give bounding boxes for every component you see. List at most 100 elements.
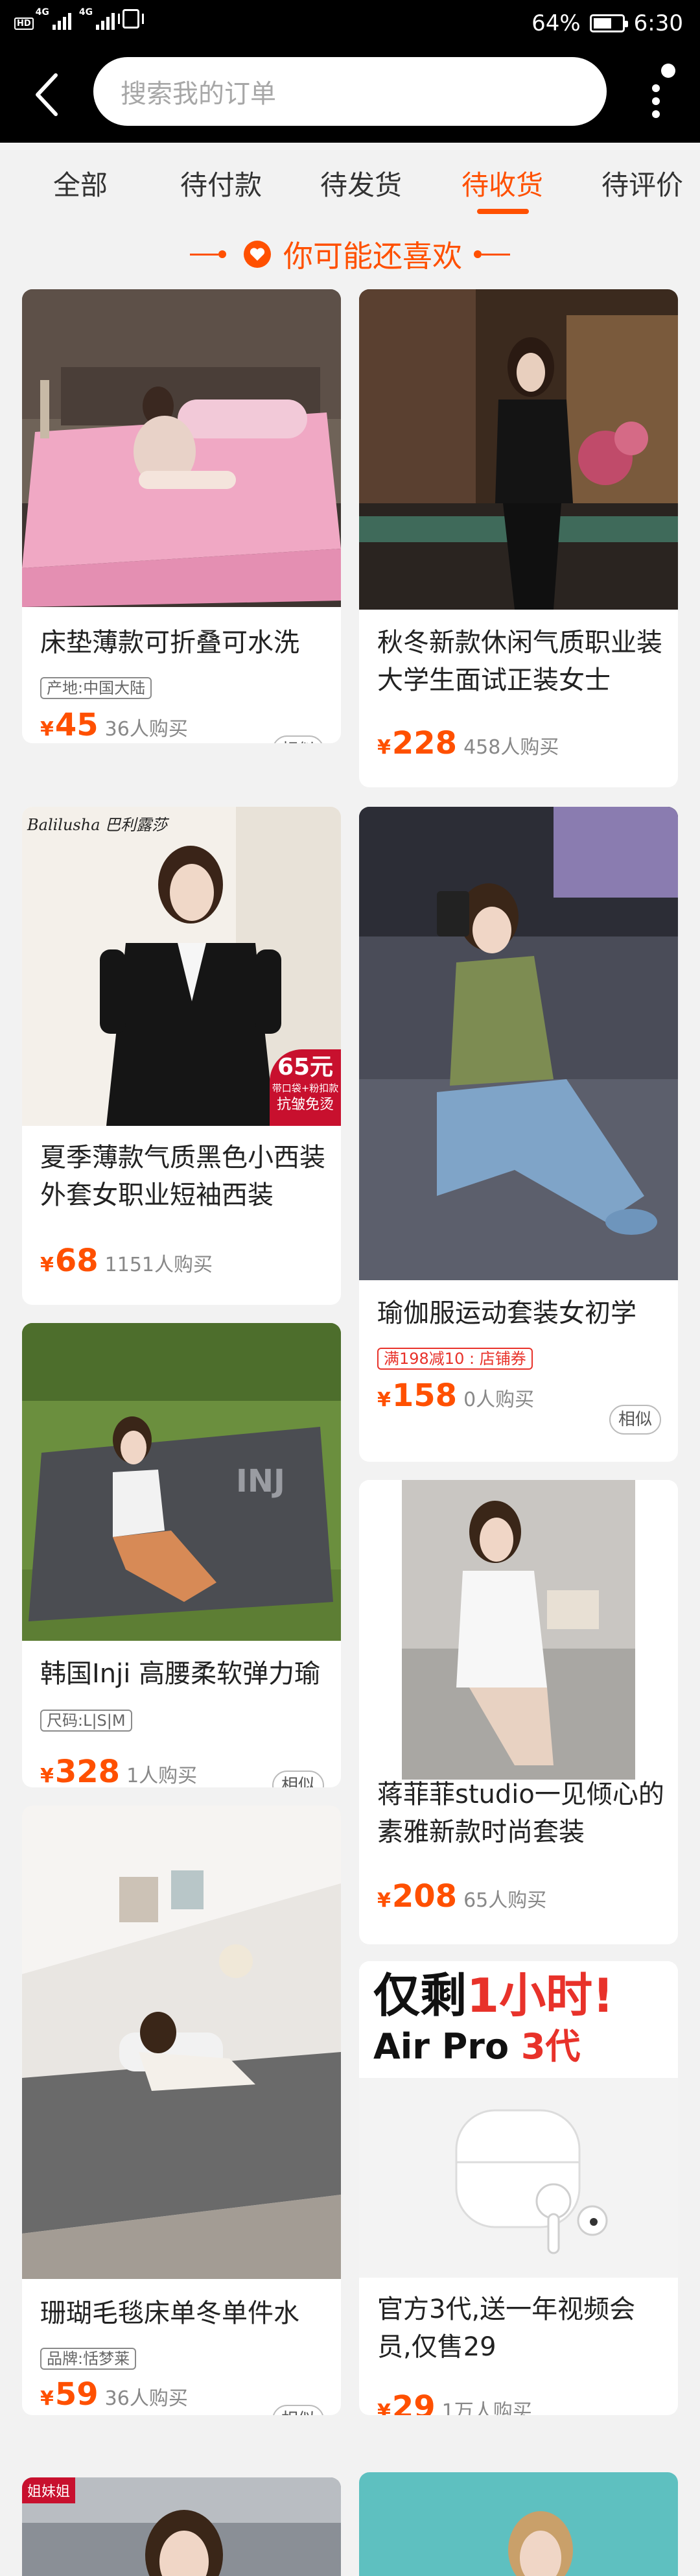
network-type-label-2: 4G (78, 7, 93, 18)
sold-count: 36人购买 (104, 718, 188, 741)
status-right: 64% 6:30 (531, 10, 683, 36)
vibrate-icon (118, 9, 145, 29)
product-title: 蒋菲菲studio一见倾心的素雅新款时尚套装 (377, 1780, 664, 1847)
product-title: 韩国Inji 高腰柔软弹力瑜 (40, 1659, 321, 1689)
sold-count: 1人购买 (126, 1765, 198, 1787)
product-card[interactable]: 姐妹姐 (22, 2477, 341, 2576)
product-price: 59 (54, 2376, 99, 2413)
product-card[interactable]: Balilusha 巴利露莎 65元 带口袋+粉扣款 抗皱免烫 夏季薄款气质黑色… (22, 807, 341, 1305)
product-card[interactable]: 秋冬新款休闲气质职业装大学生面试正装女士 ¥ 228 458人购买 (359, 289, 678, 787)
price-row: ¥ 328 1人购买 (40, 1754, 197, 1787)
product-image (359, 1480, 678, 1780)
product-image: Balilusha 巴利露莎 65元 带口袋+粉扣款 抗皱免烫 (22, 807, 341, 1126)
badge-line1: 带口袋+粉扣款 (272, 1082, 339, 1094)
similar-button[interactable]: 相似 (272, 2405, 324, 2415)
product-tag: 品牌:恬梦莱 (40, 2348, 137, 2370)
product-image (359, 2472, 678, 2576)
sold-count: 1万人购买 (441, 2400, 532, 2415)
product-tag: 产地:中国大陆 (40, 677, 152, 699)
price-row: ¥ 59 36人购买 (40, 2376, 188, 2415)
currency-symbol: ¥ (377, 1389, 391, 1411)
price-row: ¥ 29 1万人购买 (377, 2389, 532, 2415)
similar-button[interactable]: 相似 (272, 735, 324, 743)
tab-pending-review[interactable]: 待评价 (601, 163, 683, 202)
product-price: 328 (54, 1754, 121, 1787)
tab-all[interactable]: 全部 (53, 163, 108, 202)
product-card[interactable]: 瑜伽服运动套装女初学 满198减10 : 店铺券 ¥ 158 0人购买 相似 (359, 807, 678, 1462)
sold-count: 1151人购买 (104, 1254, 213, 1276)
price-row: ¥ 228 458人购买 (377, 725, 559, 764)
badge-line2: 抗皱免烫 (276, 1097, 334, 1113)
currency-symbol: ¥ (377, 1889, 391, 1912)
product-price: 228 (391, 725, 458, 761)
back-button[interactable] (26, 69, 71, 121)
more-menu-button[interactable] (642, 58, 681, 123)
price-row: ¥ 68 1151人购买 (40, 1243, 213, 1282)
product-image (359, 289, 678, 610)
brand-badge: 姐妹姐 (22, 2477, 76, 2503)
product-card[interactable] (359, 2472, 678, 2576)
search-placeholder: 搜索我的订单 (121, 79, 276, 109)
product-image (359, 807, 678, 1280)
sold-count: 0人购买 (463, 1389, 535, 1411)
product-title: 夏季薄款气质黑色小西装外套女职业短袖西装 (40, 1143, 325, 1210)
clock: 6:30 (633, 10, 683, 36)
brand-logo: Balilusha 巴利露莎 (27, 816, 168, 834)
product-image (22, 289, 341, 607)
product-card[interactable]: 仅剩1小时! Air Pro 3代 官方3代,送一年视频会员,仅售29 ¥ 29… (359, 1961, 678, 2415)
product-card[interactable]: INJ 韩国Inji 高腰柔软弹力瑜 尺码:L|S|M ¥ 328 1人购买 相… (22, 1323, 341, 1787)
badge-price: 65元 (277, 1054, 334, 1080)
search-input[interactable]: 搜索我的订单 (93, 57, 607, 126)
signal-icon: HD 4G (14, 8, 71, 30)
signal-icon-2: 4G (79, 8, 115, 30)
top-bar: 搜索我的订单 (0, 49, 700, 143)
similar-button[interactable]: 相似 (609, 1405, 661, 1435)
svg-text:INJ: INJ (236, 1463, 285, 1499)
price-row: ¥ 45 36人购买 (40, 707, 188, 743)
heart-icon (244, 241, 271, 268)
product-price: 208 (391, 1878, 458, 1914)
decor-line-right (474, 250, 510, 258)
currency-symbol: ¥ (377, 736, 391, 759)
battery-icon (589, 14, 628, 32)
sold-count: 458人购买 (463, 736, 559, 759)
product-title: 官方3代,送一年视频会员,仅售29 (377, 2295, 636, 2362)
currency-symbol: ¥ (40, 2387, 54, 2410)
product-tag: 尺码:L|S|M (40, 1710, 132, 1732)
order-tabs: 全部 待付款 待发货 待收货 待评价 (0, 143, 700, 219)
back-arrow-icon (36, 73, 58, 116)
product-title: 珊瑚毛毯床单冬单件水 (40, 2298, 299, 2328)
coupon-tag: 满198减10 : 店铺券 (377, 1348, 533, 1370)
price-row: ¥ 208 65人购买 (377, 1878, 546, 1917)
product-card[interactable]: 珊瑚毛毯床单冬单件水 品牌:恬梦莱 ¥ 59 36人购买 相似 (22, 1806, 341, 2415)
tab-pending-receipt[interactable]: 待收货 (461, 163, 543, 202)
battery-percent: 64% (531, 10, 581, 36)
status-bar: HD 4G 4G 64% 6:30 (0, 0, 700, 49)
currency-symbol: ¥ (40, 1254, 54, 1276)
product-title: 秋冬新款休闲气质职业装大学生面试正装女士 (377, 628, 662, 695)
price-row: ¥ 158 0人购买 (377, 1377, 534, 1416)
tab-pending-shipment[interactable]: 待发货 (320, 163, 402, 202)
currency-symbol: ¥ (377, 2400, 391, 2415)
product-image: 仅剩1小时! Air Pro 3代 (359, 1961, 678, 2278)
tab-pending-payment[interactable]: 待付款 (180, 163, 262, 202)
active-tab-indicator (477, 209, 529, 214)
similar-button[interactable]: 相似 (272, 1771, 324, 1787)
product-price: 45 (54, 707, 99, 743)
sold-count: 36人购买 (104, 2387, 188, 2410)
product-price: 158 (391, 1377, 458, 1414)
product-title: 床垫薄款可折叠可水洗 (40, 628, 299, 658)
product-price: 29 (391, 2389, 436, 2415)
product-card[interactable]: 蒋菲菲studio一见倾心的素雅新款时尚套装 ¥ 208 65人购买 (359, 1480, 678, 1944)
product-card[interactable]: 床垫薄款可折叠可水洗 产地:中国大陆 ¥ 45 36人购买 相似 (22, 289, 341, 743)
currency-symbol: ¥ (40, 1765, 54, 1787)
network-type-label: 4G (35, 7, 49, 18)
product-title: 瑜伽服运动套装女初学 (377, 1298, 636, 1328)
status-indicators: HD 4G 4G (14, 8, 145, 30)
product-image (22, 1806, 341, 2279)
decor-line-left (190, 250, 226, 258)
product-image: INJ (22, 1323, 341, 1641)
hd-label: HD (14, 18, 34, 30)
sold-count: 65人购买 (463, 1889, 547, 1912)
product-image: 姐妹姐 (22, 2477, 341, 2576)
